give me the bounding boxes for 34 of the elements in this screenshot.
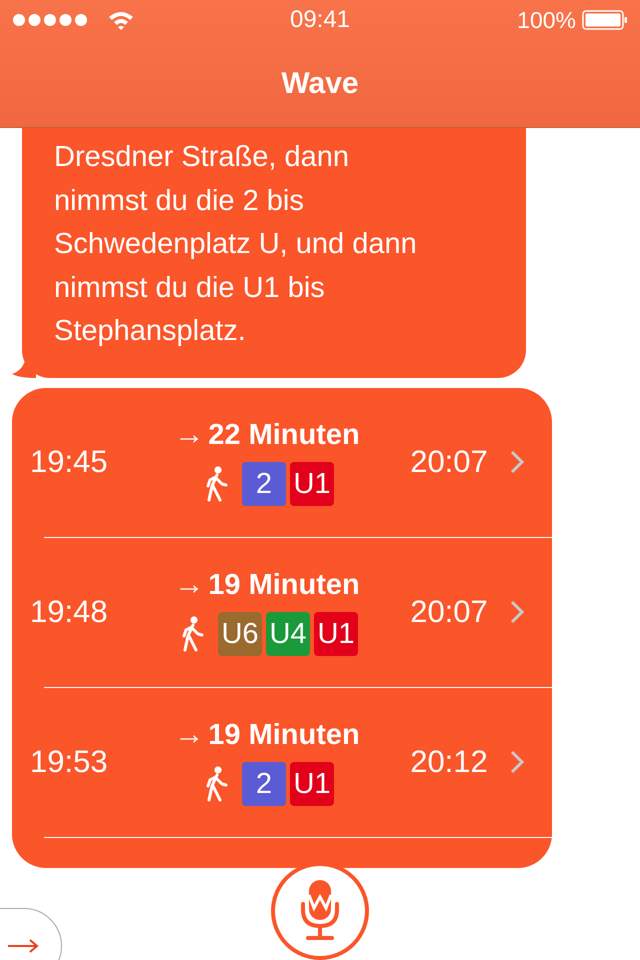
transit-line-badge: U1	[314, 612, 358, 656]
route-row[interactable]: 19:53 →19 Minuten 2 U1 20:12	[12, 688, 552, 836]
departure-time: 19:45	[30, 444, 109, 480]
wifi-icon	[108, 10, 134, 30]
right-arrow-icon	[7, 938, 39, 952]
duration-text: 22 Minuten	[208, 418, 360, 452]
message-text: Dresdner Straße, dann nimmst du die 2 bis Schwedenplatz U, und dann nimmst du die U1 bis Stephansplatz.	[54, 140, 418, 349]
route-row[interactable]: 19:45 →22 Minuten 2 U1 20:07	[12, 388, 552, 536]
arrival-time: 20:12	[409, 744, 489, 780]
chevron-icon	[510, 750, 524, 774]
arrow-text: →	[174, 568, 204, 602]
battery-percent: 100%	[517, 6, 576, 34]
chevron-icon	[510, 450, 524, 474]
transit-line-badge: U1	[290, 462, 334, 506]
microphone-icon	[301, 880, 339, 942]
chevron-icon	[510, 600, 524, 624]
duration-text: 19 Minuten	[208, 718, 360, 752]
status-time: 09:41	[290, 6, 350, 34]
transit-line-badge: U1	[290, 762, 334, 806]
departure-time: 19:48	[30, 594, 109, 630]
route-row[interactable]: 19:48 →19 Minuten U6 U4 U1 20:07	[12, 538, 552, 686]
nav-title: Wave	[281, 66, 359, 100]
arrow-text: →	[174, 718, 204, 752]
transit-line-badge: 2	[242, 462, 286, 506]
arrival-time: 20:07	[409, 594, 489, 630]
departure-time: 19:53	[30, 744, 109, 780]
duration-text: 19 Minuten	[208, 568, 360, 602]
battery-icon	[582, 10, 628, 30]
transit-line-badge: U6	[218, 612, 262, 656]
transit-line-badge: 2	[242, 762, 286, 806]
arrow-text: →	[174, 418, 204, 452]
transit-line-badge: U4	[266, 612, 310, 656]
signal-icon	[12, 13, 90, 27]
arrival-time: 20:07	[409, 444, 489, 480]
